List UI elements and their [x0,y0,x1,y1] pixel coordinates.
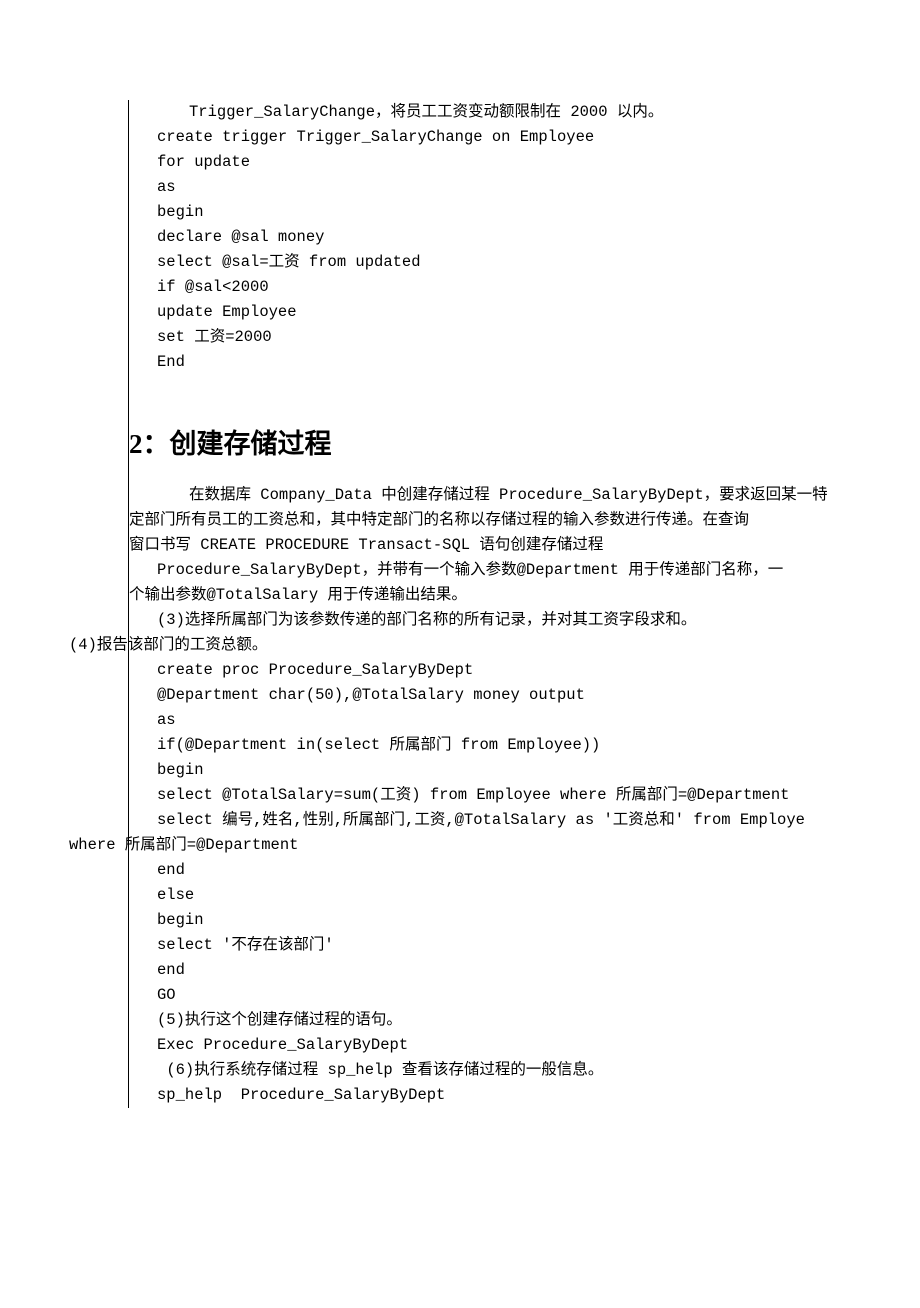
code-line: as [129,175,852,200]
body-line: Procedure_SalaryByDept，并带有一个输入参数@Departm… [129,558,852,583]
code-line: sp_help Procedure_SalaryByDept [129,1083,852,1108]
code-line: else [129,883,852,908]
spacer [129,375,852,400]
section-heading: 2：创建存储过程 [129,400,852,483]
code-line: End [129,350,852,375]
code-line: if @sal<2000 [129,275,852,300]
code-line: as [129,708,852,733]
body-line: 在数据库 Company_Data 中创建存储过程 Procedure_Sala… [129,483,852,508]
body-line: (4)报告该部门的工资总额。 [69,633,852,658]
code-line: create proc Procedure_SalaryByDept [129,658,852,683]
body-line: (5)执行这个创建存储过程的语句。 [129,1008,852,1033]
code-line: where 所属部门=@Department [69,833,852,858]
code-line: Trigger_SalaryChange，将员工工资变动额限制在 2000 以内… [129,100,852,125]
code-line: begin [129,200,852,225]
code-line: end [129,858,852,883]
code-line: begin [129,908,852,933]
body-line: (3)选择所属部门为该参数传递的部门名称的所有记录，并对其工资字段求和。 [129,608,852,633]
code-line: select @TotalSalary=sum(工资) from Employe… [129,783,852,808]
code-line: select '不存在该部门' [129,933,852,958]
code-line: create trigger Trigger_SalaryChange on E… [129,125,852,150]
code-line: Exec Procedure_SalaryByDept [129,1033,852,1058]
body-line: (6)执行系统存储过程 sp_help 查看该存储过程的一般信息。 [129,1058,852,1083]
code-line: GO [129,983,852,1008]
content-area: Trigger_SalaryChange，将员工工资变动额限制在 2000 以内… [128,100,852,1108]
code-line: declare @sal money [129,225,852,250]
code-line: begin [129,758,852,783]
code-line: select @sal=工资 from updated [129,250,852,275]
code-line: @Department char(50),@TotalSalary money … [129,683,852,708]
document-page: Trigger_SalaryChange，将员工工资变动额限制在 2000 以内… [0,0,920,1308]
code-line: set 工资=2000 [129,325,852,350]
code-line: if(@Department in(select 所属部门 from Emplo… [129,733,852,758]
code-line: select 编号,姓名,性别,所属部门,工资,@TotalSalary as … [129,808,852,833]
body-line: 窗口书写 CREATE PROCEDURE Transact-SQL 语句创建存… [129,533,852,558]
code-line: update Employee [129,300,852,325]
code-line: for update [129,150,852,175]
body-line: 定部门所有员工的工资总和，其中特定部门的名称以存储过程的输入参数进行传递。在查询 [129,508,852,533]
body-line: 个输出参数@TotalSalary 用于传递输出结果。 [129,583,852,608]
code-line: end [129,958,852,983]
